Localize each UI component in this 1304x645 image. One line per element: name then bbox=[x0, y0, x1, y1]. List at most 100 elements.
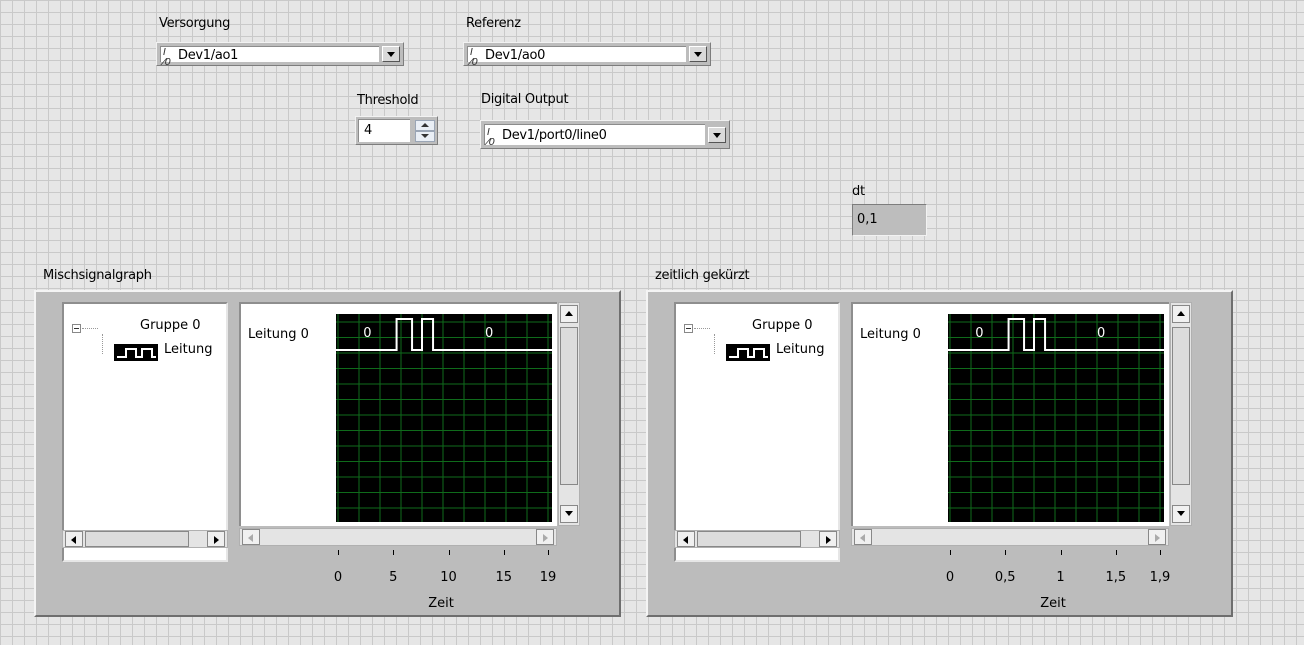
threshold-spinner[interactable] bbox=[415, 120, 435, 142]
x-tick-label: 15 bbox=[495, 570, 513, 585]
threshold-input[interactable]: 4 bbox=[358, 119, 410, 142]
plot-vertical-scrollbar[interactable] bbox=[558, 302, 580, 526]
referenz-dropdown-button[interactable] bbox=[689, 46, 707, 62]
io-icon: I ⁄0 bbox=[487, 127, 496, 148]
collapse-icon[interactable] bbox=[72, 324, 81, 333]
plot-area[interactable]: 00 bbox=[336, 314, 552, 524]
threshold-numeric[interactable]: 4 bbox=[355, 116, 438, 145]
io-icon: I ⁄0 bbox=[470, 47, 479, 68]
arrow-left-icon bbox=[860, 534, 865, 542]
graph-title: Mischsignalgraph bbox=[43, 268, 152, 283]
x-tick-mark bbox=[393, 550, 395, 555]
scroll-thumb[interactable] bbox=[697, 531, 801, 547]
arrow-right-icon bbox=[214, 536, 219, 544]
state-label: 0 bbox=[975, 326, 983, 341]
plot-horizontal-scrollbar[interactable] bbox=[239, 528, 557, 546]
digital-output-value: Dev1/port0/line0 bbox=[502, 128, 607, 143]
x-tick-mark bbox=[338, 550, 339, 555]
legend-horizontal-scrollbar[interactable] bbox=[674, 530, 840, 548]
versorgung-value: Dev1/ao1 bbox=[178, 48, 239, 63]
x-tick-label: 1 bbox=[1056, 570, 1065, 585]
scroll-thumb[interactable] bbox=[560, 327, 578, 485]
scroll-left-button[interactable] bbox=[677, 531, 695, 547]
scroll-left-button[interactable] bbox=[65, 531, 83, 547]
scroll-up-button[interactable] bbox=[1172, 305, 1190, 323]
legend-group-label: Gruppe 0 bbox=[752, 318, 813, 333]
arrow-left-icon bbox=[71, 536, 76, 544]
versorgung-dropdown[interactable]: I ⁄0 Dev1/ao1 bbox=[156, 42, 404, 68]
legend-signal-label: Leitung bbox=[164, 342, 213, 357]
collapse-icon[interactable] bbox=[684, 324, 693, 333]
arrow-left-icon bbox=[683, 536, 688, 544]
state-label: 0 bbox=[485, 326, 493, 341]
scroll-right-button[interactable] bbox=[207, 531, 225, 547]
x-tick-label: 0 bbox=[333, 570, 343, 585]
x-tick-label: 0,5 bbox=[994, 570, 1016, 585]
chevron-down-icon bbox=[694, 52, 702, 57]
io-icon: I ⁄0 bbox=[163, 47, 172, 68]
digital-output-dropdown[interactable]: I ⁄0 Dev1/port0/line0 bbox=[480, 120, 730, 149]
dt-value: 0,1 bbox=[857, 212, 878, 227]
referenz-dropdown[interactable]: I ⁄0 Dev1/ao0 bbox=[463, 42, 711, 68]
arrow-up-icon bbox=[1177, 311, 1185, 316]
plot-horizontal-scrollbar[interactable] bbox=[851, 528, 1169, 546]
x-tick-label: 0 bbox=[945, 570, 955, 585]
x-tick-mark bbox=[448, 550, 450, 555]
digital-output-dropdown-button[interactable] bbox=[708, 127, 726, 143]
arrow-down-icon bbox=[1177, 511, 1185, 516]
versorgung-label: Versorgung bbox=[159, 16, 231, 31]
state-label: 0 bbox=[1097, 326, 1105, 341]
plot-vertical-scrollbar[interactable] bbox=[1170, 302, 1192, 526]
scroll-thumb[interactable] bbox=[85, 531, 189, 547]
scroll-right-button[interactable] bbox=[819, 531, 837, 547]
x-tick-label: 1,9 bbox=[1149, 570, 1171, 585]
scroll-down-button[interactable] bbox=[1172, 505, 1190, 523]
scroll-right-button[interactable] bbox=[536, 529, 554, 545]
legend-signal-label: Leitung bbox=[776, 342, 825, 357]
arrow-down-icon bbox=[565, 511, 573, 516]
x-tick-mark bbox=[548, 550, 549, 555]
x-tick-mark bbox=[1115, 550, 1117, 555]
digital-waveform-icon bbox=[114, 344, 158, 361]
chevron-down-icon bbox=[387, 52, 395, 57]
mixed-signal-graph: Gruppe 0 Leitung Leitung 0 00 0 5 10 15 19 Z… bbox=[34, 290, 621, 617]
arrow-right-icon bbox=[826, 536, 831, 544]
scroll-thumb[interactable] bbox=[1172, 327, 1190, 485]
threshold-value: 4 bbox=[364, 123, 373, 138]
plot-pane: Leitung 0 00 bbox=[851, 302, 1169, 526]
x-tick-mark bbox=[503, 550, 505, 555]
signal-legend: Gruppe 0 Leitung bbox=[62, 302, 228, 562]
truncated-time-graph: Gruppe 0 Leitung Leitung 0 00 0 0,5 1 1,5 1,… bbox=[646, 290, 1233, 617]
x-tick-label: 19 bbox=[539, 570, 557, 585]
graph-title: zeitlich gekürzt bbox=[655, 268, 750, 283]
digital-waveform-icon bbox=[726, 344, 770, 361]
increment-arrow-icon[interactable] bbox=[415, 120, 435, 131]
scroll-left-button[interactable] bbox=[854, 529, 872, 545]
state-label: 0 bbox=[363, 326, 371, 341]
x-tick-label: 10 bbox=[440, 570, 457, 585]
x-tick-mark bbox=[1005, 550, 1007, 555]
scroll-up-button[interactable] bbox=[560, 305, 578, 323]
legend-group-label: Gruppe 0 bbox=[140, 318, 201, 333]
decrement-arrow-icon[interactable] bbox=[415, 131, 435, 142]
arrow-right-icon bbox=[1155, 534, 1160, 542]
x-axis-label: Zeit bbox=[428, 596, 454, 611]
x-tick-mark bbox=[950, 550, 951, 555]
x-tick-mark bbox=[1160, 550, 1161, 555]
scroll-down-button[interactable] bbox=[560, 505, 578, 523]
arrow-up-icon bbox=[565, 311, 573, 316]
plot-pane: Leitung 0 00 bbox=[239, 302, 557, 526]
chevron-down-icon bbox=[713, 133, 721, 138]
legend-horizontal-scrollbar[interactable] bbox=[62, 530, 228, 548]
plot-line-label: Leitung 0 bbox=[248, 327, 309, 342]
plot-line-label: Leitung 0 bbox=[860, 327, 921, 342]
signal-legend: Gruppe 0 Leitung bbox=[674, 302, 840, 562]
referenz-value: Dev1/ao0 bbox=[485, 48, 546, 63]
arrow-left-icon bbox=[248, 534, 253, 542]
plot-area[interactable]: 00 bbox=[948, 314, 1164, 524]
scroll-right-button[interactable] bbox=[1148, 529, 1166, 545]
arrow-right-icon bbox=[543, 534, 548, 542]
scroll-left-button[interactable] bbox=[242, 529, 260, 545]
versorgung-dropdown-button[interactable] bbox=[382, 46, 400, 62]
dt-indicator: 0,1 bbox=[852, 204, 927, 236]
